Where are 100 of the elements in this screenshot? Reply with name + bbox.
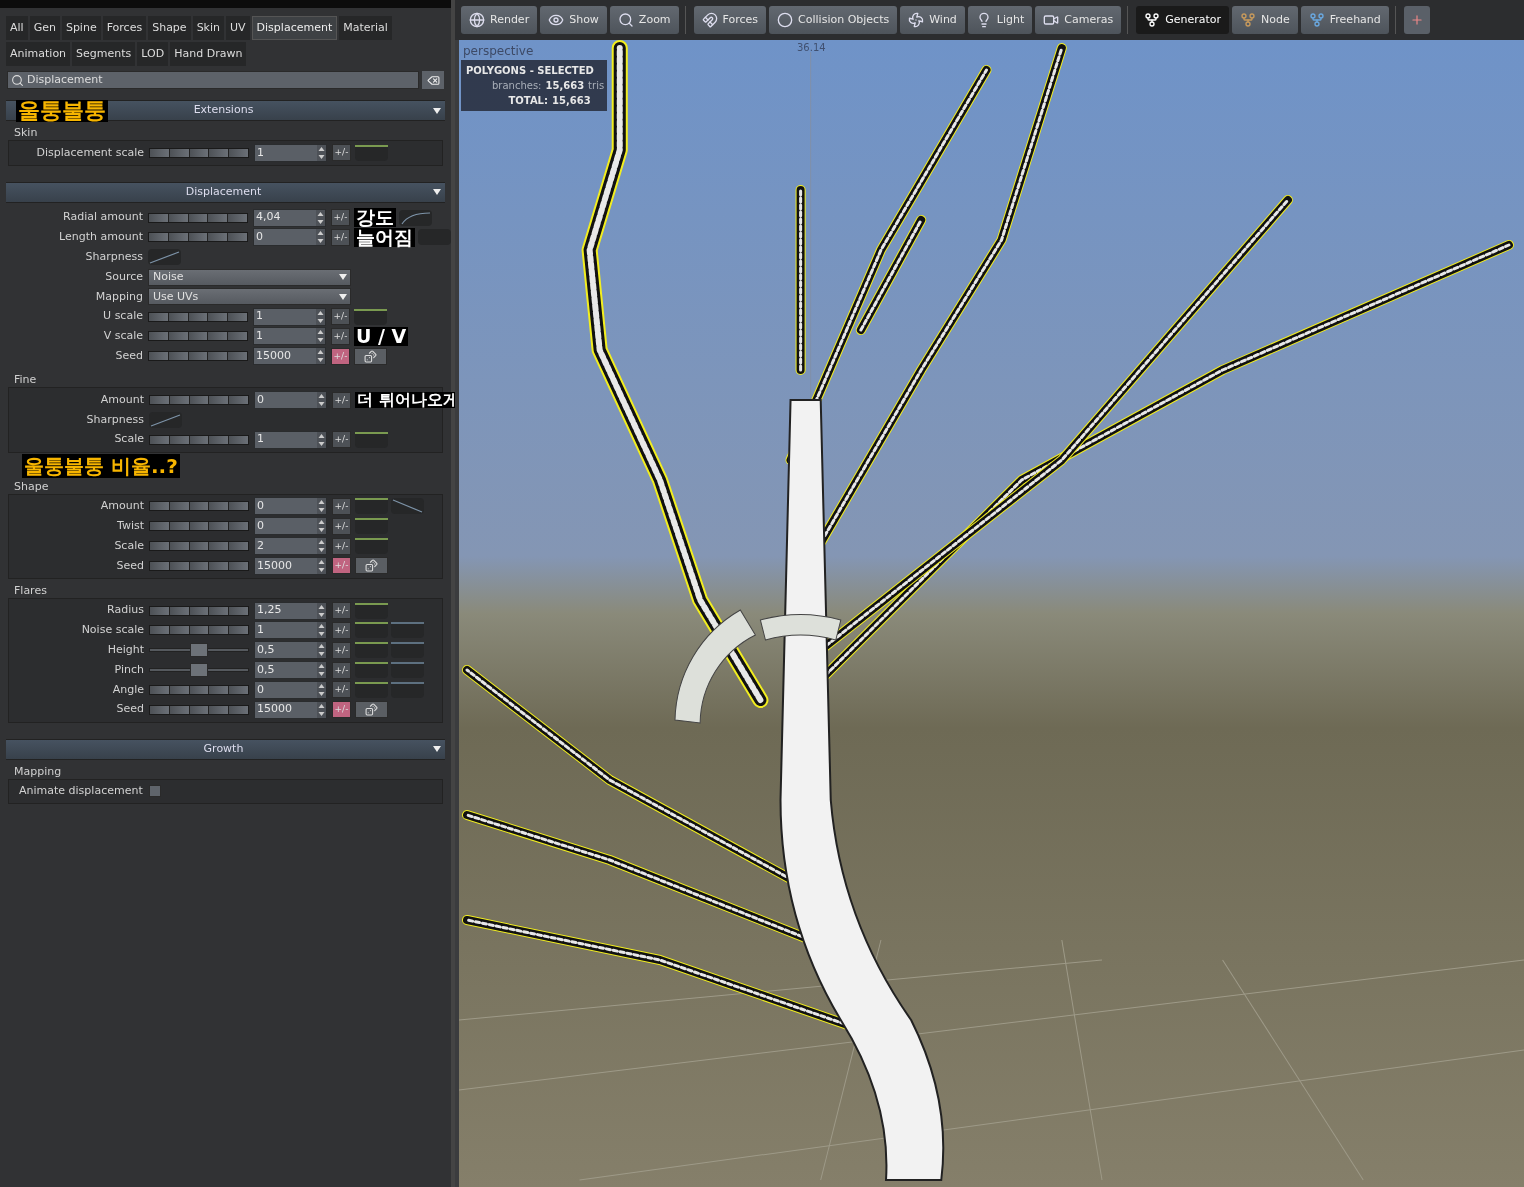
number-field[interactable]: 1 xyxy=(254,143,327,162)
slider-track[interactable] xyxy=(149,560,249,571)
number-field[interactable]: 15000 xyxy=(254,700,327,719)
toolbar-button[interactable]: Cameras xyxy=(1035,6,1122,34)
random-toggle-button[interactable]: +/- xyxy=(332,144,351,162)
add-tool-button[interactable] xyxy=(1403,6,1430,34)
dropdown[interactable]: Use UVs xyxy=(148,288,351,306)
checkbox[interactable] xyxy=(148,785,161,798)
number-field[interactable]: 2 xyxy=(254,537,327,556)
curve-box[interactable] xyxy=(355,431,388,448)
slider-track[interactable] xyxy=(149,434,249,445)
spinner-icon[interactable] xyxy=(317,602,326,619)
slider-track[interactable] xyxy=(149,684,249,695)
spinner-icon[interactable] xyxy=(317,557,326,574)
number-field[interactable]: 15000 xyxy=(253,347,326,366)
toolbar-button[interactable]: Freehand xyxy=(1300,6,1389,34)
tab[interactable]: All xyxy=(6,16,28,40)
toolbar-button[interactable]: Wind xyxy=(900,6,965,34)
spinner-icon[interactable] xyxy=(316,308,325,325)
slider-track[interactable] xyxy=(149,541,249,552)
number-field[interactable]: 0 xyxy=(254,517,327,536)
slider-track[interactable] xyxy=(149,643,249,658)
number-field[interactable]: 0 xyxy=(253,228,326,247)
spinner-icon[interactable] xyxy=(317,642,326,659)
dice-button[interactable] xyxy=(355,701,388,719)
slider-track[interactable] xyxy=(149,704,249,715)
curve-box[interactable] xyxy=(355,681,388,698)
toolbar-button[interactable]: Forces xyxy=(693,6,767,34)
random-toggle-button[interactable]: +/- xyxy=(332,557,351,575)
viewport[interactable]: perspective 36.14 POLYGONS - SELECTED branches: 15,663 tris TOTAL: 15,663 xyxy=(455,40,1524,1187)
random-toggle-button[interactable]: +/- xyxy=(332,621,351,639)
toolbar-button[interactable]: Show xyxy=(540,6,607,34)
curve-box[interactable] xyxy=(355,602,388,619)
curve-box[interactable] xyxy=(355,518,388,535)
tab[interactable]: Spine xyxy=(61,16,101,40)
spinner-icon[interactable] xyxy=(316,348,325,365)
tab[interactable]: Gen xyxy=(29,16,60,40)
spinner-icon[interactable] xyxy=(316,229,325,246)
slider-track[interactable] xyxy=(149,147,249,158)
slider-track[interactable] xyxy=(149,501,249,512)
tab[interactable]: Segments xyxy=(72,42,136,66)
search-field[interactable]: Displacement xyxy=(7,71,419,89)
slider-thumb[interactable] xyxy=(190,643,208,658)
toolbar-button[interactable]: Collision Objects xyxy=(769,6,898,34)
tab[interactable]: Forces xyxy=(102,16,147,40)
slider-track[interactable] xyxy=(149,663,249,678)
spinner-icon[interactable] xyxy=(317,662,326,679)
tab[interactable]: Animation xyxy=(6,42,71,66)
number-field[interactable]: 1 xyxy=(253,327,326,346)
slider-track[interactable] xyxy=(148,232,248,243)
dice-button[interactable] xyxy=(355,557,388,575)
tab[interactable]: Skin xyxy=(192,16,224,40)
random-toggle-button[interactable]: +/- xyxy=(332,681,351,699)
random-toggle-button[interactable]: +/- xyxy=(332,602,351,620)
random-toggle-button[interactable]: +/- xyxy=(332,431,351,449)
random-toggle-button[interactable]: +/- xyxy=(331,308,350,326)
slider-track[interactable] xyxy=(149,625,249,636)
number-field[interactable]: 4,04 xyxy=(253,208,326,227)
section-header[interactable]: Growth xyxy=(6,738,445,760)
curve-box[interactable] xyxy=(355,538,388,555)
dropdown[interactable]: Noise xyxy=(148,268,351,286)
spinner-icon[interactable] xyxy=(317,498,326,515)
dice-button[interactable] xyxy=(354,347,387,365)
toolbar-button[interactable]: Generator xyxy=(1136,6,1230,34)
section-header[interactable]: Displacement xyxy=(6,181,445,203)
curve-box[interactable] xyxy=(391,642,424,659)
toolbar-button[interactable]: Zoom xyxy=(609,6,679,34)
number-field[interactable]: 1 xyxy=(254,430,327,449)
toolbar-button[interactable]: Light xyxy=(967,6,1033,34)
slider-track[interactable] xyxy=(148,331,248,342)
curve-box[interactable] xyxy=(391,498,424,515)
random-toggle-button[interactable]: +/- xyxy=(331,229,350,246)
tab[interactable]: Material xyxy=(339,16,392,40)
random-toggle-button[interactable]: +/- xyxy=(332,497,351,515)
spinner-icon[interactable] xyxy=(316,328,325,345)
curve-box[interactable] xyxy=(355,498,388,515)
random-toggle-button[interactable]: +/- xyxy=(332,641,351,659)
tab[interactable]: LOD xyxy=(137,42,169,66)
number-field[interactable]: 15000 xyxy=(254,556,327,575)
number-field[interactable]: 1,25 xyxy=(254,601,327,620)
tab[interactable]: Displacement xyxy=(251,16,338,40)
spinner-icon[interactable] xyxy=(316,209,325,226)
number-field[interactable]: 1 xyxy=(254,621,327,640)
spinner-icon[interactable] xyxy=(317,392,326,409)
curve-box[interactable] xyxy=(391,662,424,679)
number-field[interactable]: 1 xyxy=(253,307,326,326)
number-field[interactable]: 0,5 xyxy=(254,661,327,680)
spinner-icon[interactable] xyxy=(317,681,326,698)
random-toggle-button[interactable]: +/- xyxy=(332,537,351,555)
number-field[interactable]: 0 xyxy=(254,497,327,516)
random-toggle-button[interactable]: +/- xyxy=(331,209,350,227)
curve-box[interactable] xyxy=(354,308,387,325)
tab[interactable]: Shape xyxy=(148,16,191,40)
spinner-icon[interactable] xyxy=(317,538,326,555)
curve-box[interactable] xyxy=(355,642,388,659)
spinner-icon[interactable] xyxy=(317,431,326,448)
curve-box[interactable] xyxy=(148,249,181,266)
curve-box[interactable] xyxy=(355,144,388,161)
slider-track[interactable] xyxy=(149,521,249,532)
random-toggle-button[interactable]: +/- xyxy=(331,347,350,365)
